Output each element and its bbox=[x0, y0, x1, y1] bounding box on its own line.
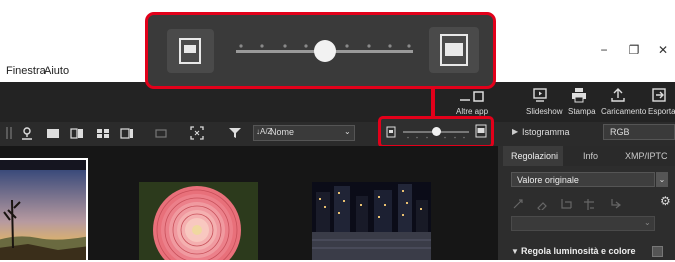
map-pin-icon[interactable] bbox=[20, 126, 34, 140]
callout-connector bbox=[431, 89, 435, 116]
thumbnail-grid bbox=[0, 146, 498, 262]
histogram-mode-value: RGB bbox=[610, 127, 630, 137]
histogram-mode-dropdown[interactable]: RGB bbox=[603, 124, 675, 140]
filmstrip-view-icon[interactable] bbox=[120, 126, 134, 140]
single-view-icon[interactable] bbox=[46, 126, 60, 140]
preset-value: Valore originale bbox=[517, 175, 579, 185]
gear-icon[interactable]: ⚙ bbox=[660, 194, 674, 210]
close-button[interactable]: ✕ bbox=[653, 42, 673, 58]
expand-arrow-icon[interactable]: ▶ bbox=[512, 127, 518, 136]
tab-info-label: Info bbox=[583, 151, 599, 161]
minimize-button[interactable]: − bbox=[594, 42, 614, 58]
toolbar-separator-icon bbox=[4, 126, 18, 140]
large-thumb-button[interactable] bbox=[429, 27, 479, 73]
thumbnail-size-slider-small[interactable] bbox=[378, 116, 494, 148]
upload-icon bbox=[610, 87, 626, 103]
small-thumb-button[interactable] bbox=[167, 29, 214, 73]
compare-view-icon[interactable] bbox=[70, 126, 84, 140]
grid-view-icon[interactable] bbox=[96, 126, 110, 140]
action-altre-app[interactable]: Altre app bbox=[456, 107, 488, 116]
thumbnail-landscape[interactable] bbox=[0, 158, 88, 262]
large-thumb-icon[interactable] bbox=[475, 124, 487, 138]
menu-aiuto[interactable]: Aiuto bbox=[44, 65, 69, 77]
slideshow-icon bbox=[532, 87, 548, 103]
sort-dropdown[interactable]: ↓A/Z Nome ⌄ bbox=[253, 125, 355, 141]
menu-finestra[interactable]: Finestra bbox=[6, 65, 46, 77]
section-checkbox[interactable] bbox=[652, 246, 663, 257]
section-label: Regola luminosità e colore bbox=[521, 246, 636, 256]
restore-button[interactable]: ❐ bbox=[624, 42, 644, 58]
sort-label: Nome bbox=[270, 127, 295, 137]
section-expand-icon[interactable]: ▼ bbox=[511, 247, 519, 256]
thumbnail-size-slider-zoomed[interactable] bbox=[145, 12, 496, 89]
layout-icon[interactable] bbox=[155, 126, 169, 140]
chevron-down-icon: ⌄ bbox=[644, 218, 651, 227]
filter-icon[interactable] bbox=[228, 126, 242, 140]
edit-tools-row bbox=[512, 196, 632, 212]
chevron-down-icon: ⌄ bbox=[344, 127, 351, 136]
chevron-down-icon[interactable]: ⌄ bbox=[656, 172, 668, 187]
action-stampa[interactable]: Stampa bbox=[568, 107, 596, 116]
tab-info[interactable]: Info bbox=[563, 146, 618, 166]
small-thumb-icon[interactable] bbox=[386, 125, 396, 138]
zoomed-slider-knob[interactable] bbox=[313, 40, 336, 62]
fit-screen-icon[interactable] bbox=[190, 126, 204, 140]
apps-icon bbox=[458, 90, 488, 106]
histogram-label: Istogramma bbox=[522, 127, 570, 137]
slider-knob[interactable] bbox=[431, 127, 441, 136]
export-icon bbox=[651, 87, 667, 103]
action-esporta[interactable]: Esporta bbox=[648, 107, 675, 116]
tab-regolazioni-label: Regolazioni bbox=[511, 151, 559, 161]
zoomed-slider-ticks bbox=[236, 35, 413, 48]
action-slideshow[interactable]: Slideshow bbox=[526, 107, 562, 116]
action-caricamento[interactable]: Caricamento bbox=[601, 107, 646, 116]
tab-xmp-label: XMP/IPTC bbox=[625, 151, 668, 161]
print-icon bbox=[571, 87, 587, 103]
tab-xmp-iptc[interactable]: XMP/IPTC bbox=[618, 146, 675, 166]
thumbnail-dahlia[interactable] bbox=[139, 182, 258, 260]
thumbnail-night-city[interactable] bbox=[312, 182, 431, 260]
tab-regolazioni[interactable]: Regolazioni bbox=[503, 146, 563, 166]
secondary-dropdown[interactable]: ⌄ bbox=[511, 216, 655, 231]
preset-dropdown[interactable]: Valore originale bbox=[511, 172, 655, 187]
